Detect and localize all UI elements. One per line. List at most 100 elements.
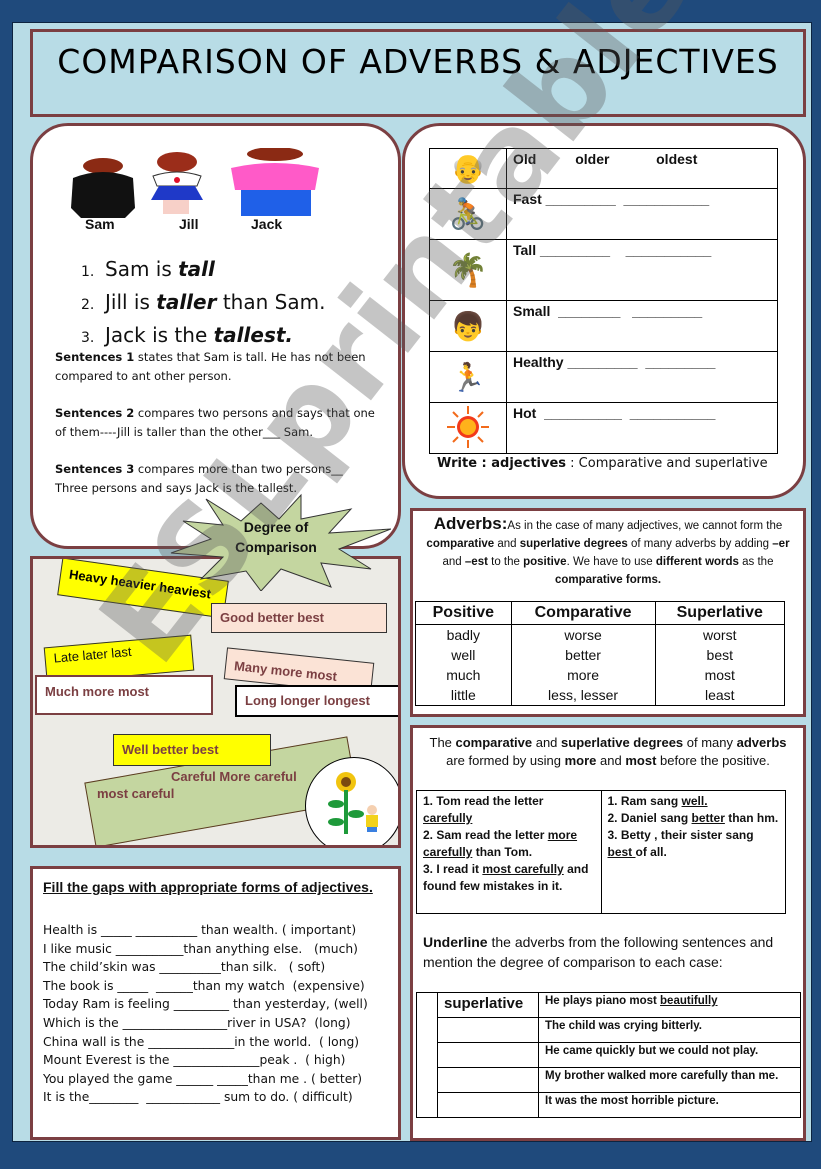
emphasis-text: comparative forms. xyxy=(554,574,662,586)
emphasis-text: comparative xyxy=(455,735,533,750)
adjectives-instruction: Write : adjectives : Comparative and sup… xyxy=(437,456,768,471)
small-child-icon: 👦 xyxy=(450,310,486,342)
word-tag-long: Long longer longest xyxy=(235,685,398,717)
underline-instruction: Underline the adverbs from the following… xyxy=(423,934,774,970)
name-jack: Jack xyxy=(251,216,283,232)
fill-gaps-list: Health is _____ __________ than wealth. … xyxy=(43,921,368,1107)
more-most-panel: The comparative and superlative degrees … xyxy=(410,725,806,1141)
gap-sentence[interactable]: Mount Everest is the ______________peak … xyxy=(43,1051,368,1070)
sentence-cell: The child was crying bitterly. xyxy=(538,1017,801,1043)
sunflower-icon xyxy=(328,772,378,834)
tall-woman-icon: 🌴 xyxy=(448,252,488,288)
body-text: and xyxy=(532,735,562,750)
table-row: He came quickly but we could not play. xyxy=(417,1042,801,1068)
column-header: Superlative xyxy=(654,601,786,625)
table-row: well better best xyxy=(415,645,786,665)
degree-answer-cell[interactable] xyxy=(437,1067,539,1093)
degree-answer-cell[interactable] xyxy=(437,1042,539,1068)
gap-sentence[interactable]: The book is _____ ______than my watch (e… xyxy=(43,977,368,996)
emphasis-text: –er xyxy=(772,538,790,550)
jack-figure-icon xyxy=(231,148,319,216)
degree-exercise-table: superlative He plays piano most beautiful… xyxy=(416,992,801,1118)
sam-figure-icon xyxy=(71,158,135,218)
degree-of-comparison-starburst: Degree of Comparison xyxy=(161,491,391,591)
degree-answer-cell[interactable]: superlative xyxy=(437,992,539,1018)
gap-sentence[interactable]: You played the game ______ _____than me … xyxy=(43,1070,368,1089)
example-line: 2. Daniel sang better than hm. xyxy=(607,811,779,825)
adjective-cell[interactable]: Hot __________ ___________ xyxy=(506,402,778,454)
sentence-cell: It was the most horrible picture. xyxy=(538,1092,801,1118)
word-tag-most-careful: most careful xyxy=(97,786,175,801)
gap-sentence[interactable]: I like music ___________than anything el… xyxy=(43,940,368,959)
word-tag-good: Good better best xyxy=(211,603,387,633)
table-row: It was the most horrible picture. xyxy=(417,1092,801,1118)
gap-sentence[interactable]: Which is the _________________river in U… xyxy=(43,1014,368,1033)
table-row: 🚴 Fast _________ ___________ xyxy=(429,188,778,240)
cyclist-icon: 🚴 xyxy=(449,197,487,231)
emphasis-text: –est xyxy=(464,556,488,568)
children-illustration xyxy=(71,148,319,218)
adjectives-table: 👴 Old older oldest 🚴 Fast _________ ____… xyxy=(429,148,778,454)
intro-panel: Sam Jill Jack 1. Sam is tall 2. Jill is ta… xyxy=(30,123,401,549)
body-text: of many xyxy=(683,735,737,750)
page-title: COMPARISON OF ADVERBS & ADJECTIVES xyxy=(57,42,779,81)
sentence-cell: He came quickly but we could not play. xyxy=(538,1042,801,1068)
body-text: are formed by using xyxy=(446,753,565,768)
gap-sentence[interactable]: China wall is the ______________in the w… xyxy=(43,1033,368,1052)
adjective-cell[interactable]: Small ________ _________ xyxy=(506,300,778,352)
table-row: Hot __________ ___________ xyxy=(429,402,778,454)
example-line: 2. Sam read the letter more carefully th… xyxy=(423,828,578,859)
table-row: badly worse worst xyxy=(415,624,786,645)
body-text: . We have to use xyxy=(566,556,656,568)
example-sentence: 1. Sam is tall xyxy=(81,257,215,281)
name-jill: Jill xyxy=(179,216,199,232)
emphasis-text: superlative degrees xyxy=(519,538,628,550)
adjective-cell[interactable]: Tall _________ ___________ xyxy=(506,239,778,301)
body-text: As in the case of many adjectives, we ca… xyxy=(507,520,783,532)
more-most-intro: The comparative and superlative degrees … xyxy=(423,734,793,770)
emphasis-text: different words xyxy=(655,556,739,568)
adjective-cell[interactable]: Fast _________ ___________ xyxy=(506,188,778,240)
degree-answer-cell[interactable] xyxy=(437,1017,539,1043)
adjective-cell[interactable]: Healthy _________ _________ xyxy=(506,351,778,403)
sentence-cell: He plays piano most beautifully xyxy=(538,992,801,1018)
sun-icon xyxy=(447,405,489,448)
starburst-label: Degree of Comparison xyxy=(235,519,317,555)
runner-icon: 🏃 xyxy=(450,361,486,393)
fill-gaps-panel: Fill the gaps with appropriate forms of … xyxy=(30,866,401,1140)
explanation-1: Sentences 1 states that Sam is tall. He … xyxy=(55,350,366,383)
table-row: The child was crying bitterly. xyxy=(417,1017,801,1043)
table-row: superlative He plays piano most beautiful… xyxy=(416,992,801,1118)
table-row: much more most xyxy=(415,665,786,685)
worksheet-page: COMPARISON OF ADVERBS & ADJECTIVES Sam J… xyxy=(12,0,821,1142)
gap-sentence[interactable]: It is the________ ____________ sum to do… xyxy=(43,1088,368,1107)
degree-answer-cell[interactable] xyxy=(437,1092,539,1118)
emphasis-text: comparative xyxy=(426,538,495,550)
adverbs-panel: Adverbs:As in the case of many adjective… xyxy=(410,508,806,717)
gap-sentence[interactable]: The child’skin was __________than silk. … xyxy=(43,958,368,977)
left-examples: 1. Tom read the letter carefully 2. Sam … xyxy=(416,790,602,914)
word-tag-well: Well better best xyxy=(113,734,271,766)
table-row: My brother walked more carefully than me… xyxy=(417,1067,801,1093)
table-row: 🌴 Tall _________ ___________ xyxy=(429,239,778,301)
example-sentences: 1. Sam is tall 2. Jill is taller than Sam.… xyxy=(81,254,325,353)
body-text: and xyxy=(596,753,626,768)
adjective-cell: Old older oldest xyxy=(506,148,778,189)
adjectives-panel: 👴 Old older oldest 🚴 Fast _________ ____… xyxy=(402,123,806,499)
example-sentence: 2. Jill is taller than Sam. xyxy=(81,290,326,314)
gap-sentence[interactable]: Today Ram is feeling _________ than yest… xyxy=(43,995,368,1014)
emphasis-text: positive xyxy=(523,556,567,568)
gap-sentence[interactable]: Health is _____ __________ than wealth. … xyxy=(43,921,368,940)
body-text: to the xyxy=(487,556,524,568)
fill-gaps-title: Fill the gaps with appropriate forms of … xyxy=(43,879,373,895)
emphasis-text: adverbs xyxy=(736,735,787,750)
children-names: Sam Jill Jack xyxy=(33,216,333,236)
example-line: 3. I read it most carefully and found fe… xyxy=(423,862,589,893)
table-row: 🏃 Healthy _________ _________ xyxy=(429,351,778,403)
emphasis-text: more xyxy=(564,753,597,768)
word-tag-much: Much more most xyxy=(35,675,213,715)
table-header-row: Positive Comparative Superlative xyxy=(415,601,786,625)
table-row: 1. Tom read the letter carefully 2. Sam … xyxy=(416,790,786,914)
adverbs-intro: Adverbs:As in the case of many adjective… xyxy=(426,514,790,587)
body-text: and xyxy=(494,538,520,550)
